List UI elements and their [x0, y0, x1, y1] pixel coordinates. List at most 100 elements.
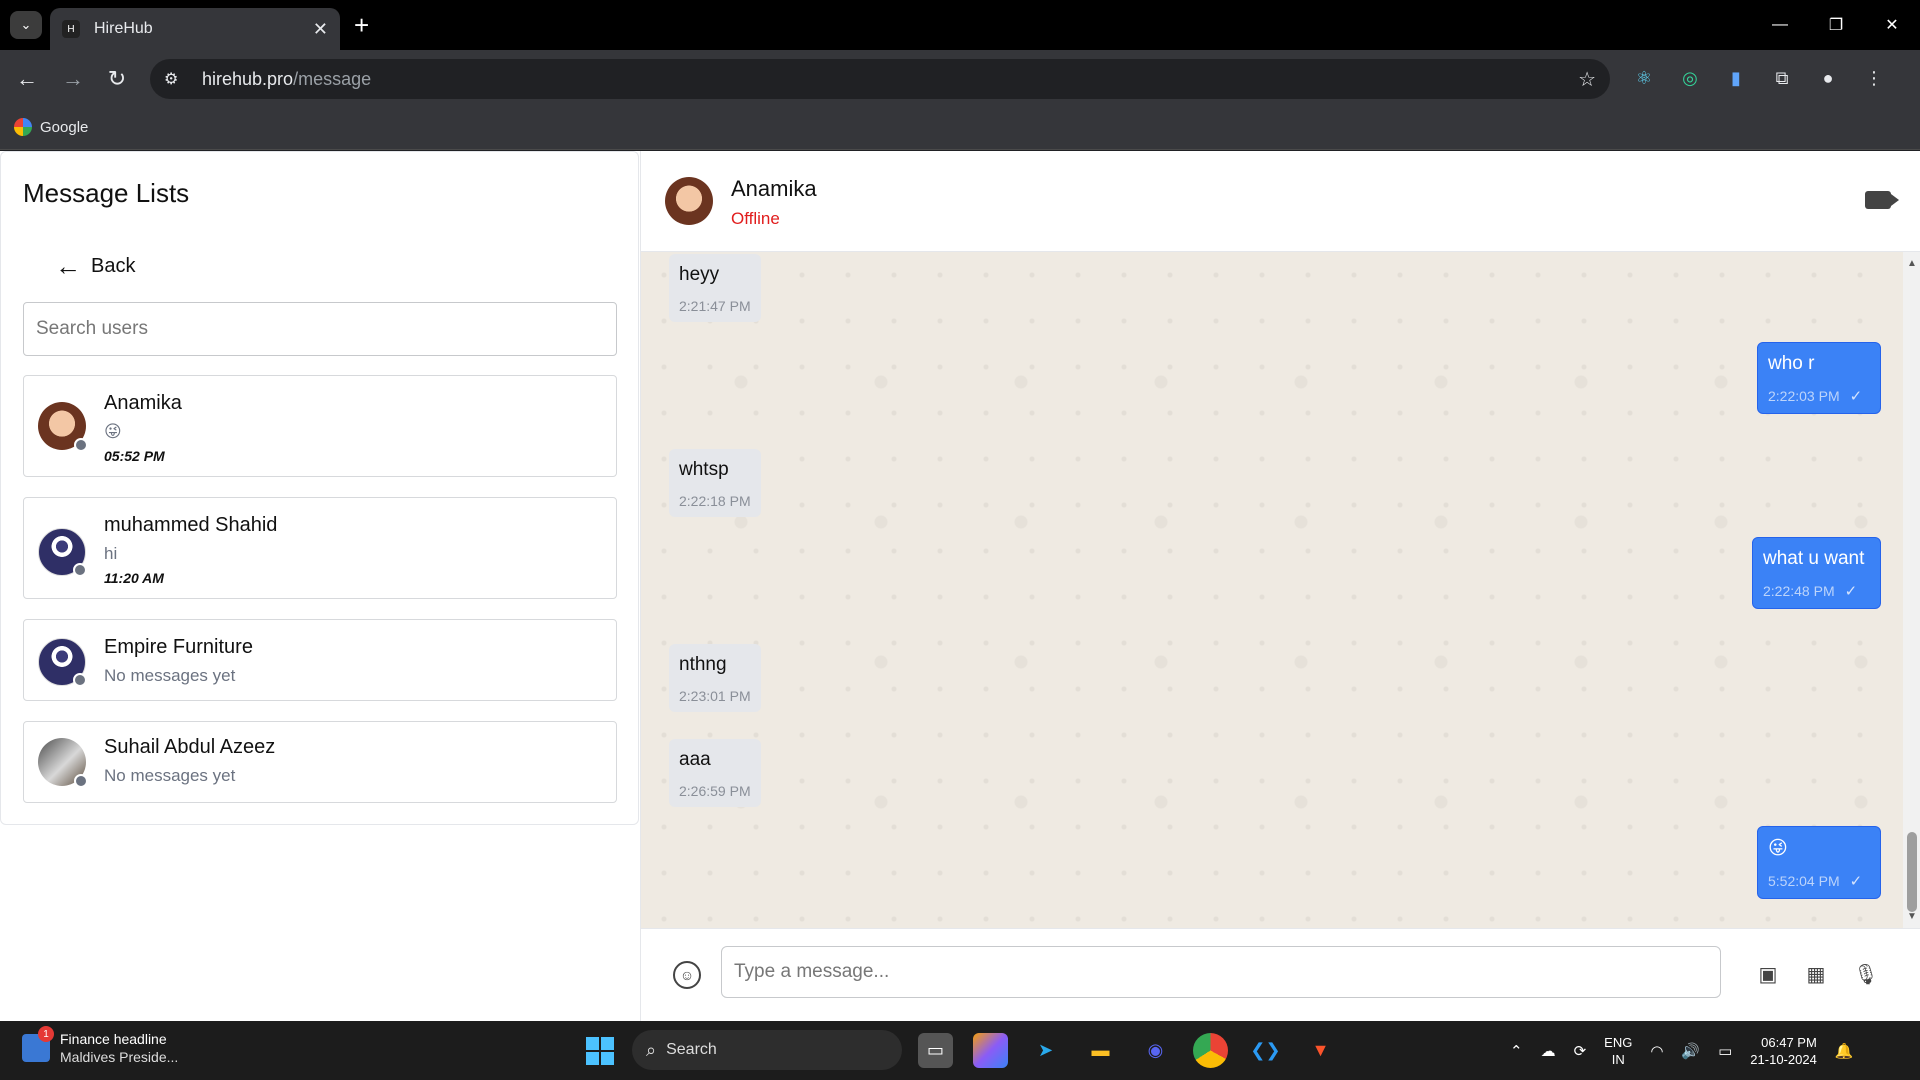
image-upload-icon[interactable]: ▣	[1755, 961, 1781, 987]
video-upload-icon[interactable]: ▦	[1803, 961, 1829, 987]
message-text: heyy	[679, 264, 720, 285]
brave-icon[interactable]: ▼	[1303, 1033, 1338, 1068]
user-card-suhail-abdul-azeez[interactable]: Suhail Abdul Azeez No messages yet	[23, 721, 617, 803]
search-users-input[interactable]	[23, 302, 617, 356]
message-bubble-out: what u want 2:22:48 PM ✓	[1752, 537, 1881, 609]
chrome-icon[interactable]	[1193, 1033, 1228, 1068]
google-icon	[14, 118, 32, 136]
notification-bell-icon[interactable]: 🔔	[1835, 1042, 1854, 1060]
message-scrollbar[interactable]: ▲ ▼	[1903, 252, 1920, 928]
user-last-message: No messages yet	[104, 766, 236, 785]
user-time: 05:52 PM	[104, 448, 165, 464]
message-bubble-out: 😜 5:52:04 PM ✓	[1757, 826, 1881, 899]
clock-time: 06:47 PM	[1761, 1034, 1817, 1050]
taskbar-search[interactable]: ⌕ Search	[632, 1030, 902, 1070]
windows-start-icon[interactable]	[586, 1037, 614, 1065]
back-arrow-icon[interactable]: ←	[12, 64, 42, 94]
message-list-title: Message Lists	[23, 178, 190, 208]
site-settings-icon[interactable]: ⚙	[164, 69, 188, 89]
message-bubble-out: who r 2:22:03 PM ✓	[1757, 342, 1881, 414]
onedrive-icon[interactable]: ☁	[1541, 1042, 1556, 1060]
extensions-puzzle-icon[interactable]: ⧉	[1768, 64, 1796, 92]
news-title: Finance headline	[60, 1031, 167, 1047]
contact-avatar	[665, 177, 713, 225]
photo-avatar	[38, 738, 88, 788]
clock[interactable]: 06:47 PM 21-10-2024	[1750, 1034, 1817, 1068]
tray-chevron-icon[interactable]: ⌃	[1510, 1042, 1523, 1060]
bookmark-label: Google	[40, 118, 89, 136]
message-list-panel: Message Lists ← Back Anamika 😜 05:52 PM …	[0, 151, 639, 825]
back-label: Back	[91, 255, 136, 277]
close-window-icon[interactable]: ✕	[1864, 0, 1920, 50]
search-icon: ⌕	[646, 1039, 657, 1060]
back-button[interactable]: ← Back	[55, 251, 135, 282]
bookmark-google[interactable]: Google	[14, 118, 88, 136]
sent-check-icon: ✓	[1844, 583, 1858, 600]
user-last-message: hi	[104, 544, 118, 563]
browser-tab[interactable]: H HireHub ✕	[50, 8, 340, 50]
video-call-icon[interactable]	[1865, 191, 1899, 209]
browser-tabbar: ⌄ H HireHub ✕ + — ❐ ✕	[0, 0, 1920, 50]
forward-arrow-icon[interactable]: →	[58, 64, 88, 94]
default-avatar	[38, 638, 87, 687]
vscode-icon[interactable]: ❮❯	[1248, 1033, 1283, 1068]
user-name: Empire Furniture	[104, 636, 253, 658]
scroll-down-icon[interactable]: ▼	[1907, 911, 1917, 922]
news-widget[interactable]: 1 Finance headline Maldives Preside...	[22, 1026, 178, 1065]
extension-target-icon[interactable]: ◎	[1676, 64, 1704, 92]
extension-doc-icon[interactable]: ▮	[1722, 64, 1750, 92]
news-widget-icon: 1	[22, 1026, 54, 1062]
telegram-icon[interactable]: ➤	[1028, 1033, 1063, 1068]
chat-header: Anamika Offline	[641, 151, 1920, 252]
scroll-thumb[interactable]	[1907, 832, 1917, 912]
bookmarks-bar: Google	[0, 108, 1920, 150]
user-time: 11:20 AM	[104, 570, 164, 586]
volume-icon[interactable]: 🔊	[1681, 1042, 1700, 1060]
user-card-anamika[interactable]: Anamika 😜 05:52 PM	[23, 375, 617, 477]
tab-search-chevron-icon[interactable]: ⌄	[10, 11, 42, 39]
user-name: muhammed Shahid	[104, 514, 278, 536]
react-devtools-icon[interactable]: ⚛	[1630, 64, 1658, 92]
minimize-icon[interactable]: —	[1752, 0, 1808, 50]
bookmark-star-icon[interactable]: ☆	[1578, 67, 1596, 92]
user-card-empire-furniture[interactable]: Empire Furniture No messages yet	[23, 619, 617, 701]
offline-status-dot	[74, 438, 88, 452]
back-arrow-icon: ←	[55, 251, 81, 281]
taskbar-search-label: Search	[666, 1041, 717, 1058]
message-area: heyy 2:21:47 PM who r 2:22:03 PM ✓ whtsp …	[641, 252, 1903, 928]
microphone-icon[interactable]: 🎙	[1853, 961, 1879, 987]
tab-close-icon[interactable]: ✕	[313, 19, 328, 40]
sent-check-icon: ✓	[1849, 388, 1863, 405]
message-time: 2:23:01 PM	[679, 688, 751, 704]
message-time: 2:26:59 PM	[679, 783, 751, 799]
message-input[interactable]	[721, 946, 1721, 998]
scroll-up-icon[interactable]: ▲	[1907, 258, 1917, 269]
discord-icon[interactable]: ◉	[1138, 1033, 1173, 1068]
menu-kebab-icon[interactable]: ⋮	[1860, 64, 1888, 92]
extensions-area: ⚛ ◎ ▮ ⧉ ● ⋮	[1630, 64, 1888, 92]
user-card-muhammed-shahid[interactable]: muhammed Shahid hi 11:20 AM	[23, 497, 617, 599]
battery-icon[interactable]: ▭	[1718, 1042, 1732, 1060]
sync-icon[interactable]: ⟳	[1574, 1042, 1587, 1060]
copilot-icon[interactable]	[973, 1033, 1008, 1068]
wifi-icon[interactable]: ◠	[1650, 1042, 1663, 1060]
message-bubble-in: whtsp 2:22:18 PM	[669, 449, 761, 517]
language-indicator[interactable]: ENG IN	[1604, 1034, 1632, 1068]
reload-icon[interactable]: ↻	[102, 64, 132, 94]
address-bar[interactable]: ⚙ hirehub.pro/message ☆	[150, 59, 1610, 99]
window-controls: — ❐ ✕	[1752, 0, 1920, 50]
message-time: 2:22:48 PM	[1763, 583, 1835, 599]
emoji-icon[interactable]: ☺	[673, 961, 701, 989]
message-time: 5:52:04 PM	[1768, 873, 1840, 889]
sent-check-icon: ✓	[1849, 873, 1863, 890]
restore-icon[interactable]: ❐	[1808, 0, 1864, 50]
language-line1: ENG	[1604, 1034, 1633, 1050]
news-badge: 1	[38, 1026, 54, 1042]
task-view-icon[interactable]: ▭	[918, 1033, 953, 1068]
new-tab-button[interactable]: +	[354, 10, 369, 40]
user-last-message: 😜	[104, 422, 122, 441]
file-explorer-icon[interactable]: ▬	[1083, 1033, 1118, 1068]
language-line2: IN	[1611, 1051, 1625, 1067]
profile-avatar-icon[interactable]: ●	[1814, 64, 1842, 92]
clock-date: 21-10-2024	[1750, 1051, 1817, 1067]
